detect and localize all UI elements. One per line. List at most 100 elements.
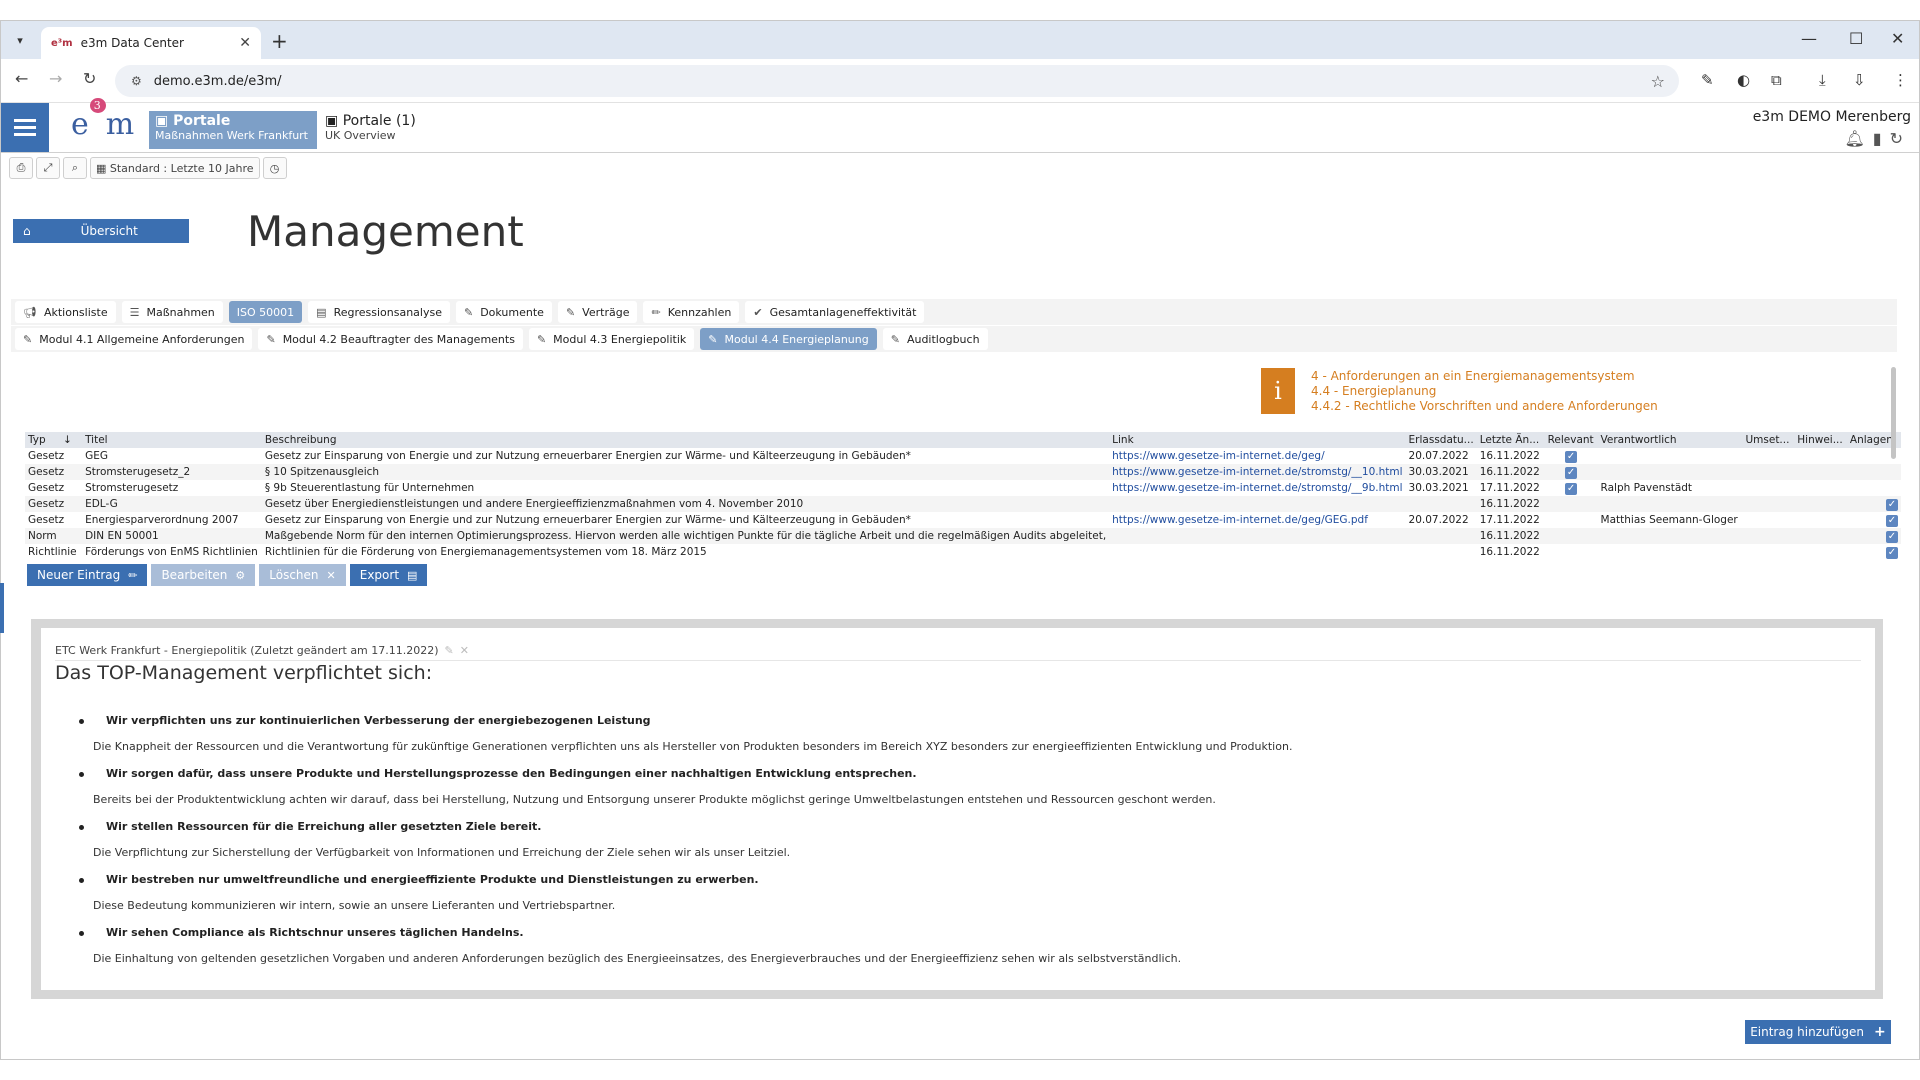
policy-item-title: Wir sorgen dafür, dass unsere Produkte u…	[79, 767, 917, 780]
table-row[interactable]: Norm DIN EN 50001 Maßgebende Norm für den …	[25, 528, 1901, 544]
sort-down-icon[interactable]: ↓	[63, 434, 72, 446]
link[interactable]: https://www.gesetze-im-internet.de/strom…	[1112, 466, 1402, 478]
tab-vertraege[interactable]: ✎ Verträge	[557, 301, 638, 323]
menu-kebab-icon[interactable]: ⋮	[1893, 71, 1908, 89]
tab-modul-4-4[interactable]: ✎ Modul 4.4 Energieplanung	[700, 328, 877, 350]
new-tab-icon[interactable]: +	[271, 29, 288, 53]
print-icon[interactable]: ⎙	[9, 157, 33, 179]
bookmark-star-icon[interactable]: ☆	[1651, 72, 1665, 91]
back-icon[interactable]: ←	[15, 69, 28, 88]
link[interactable]: https://www.gesetze-im-internet.de/strom…	[1112, 482, 1402, 494]
table-row[interactable]: Gesetz GEG Gesetz zur Einsparung von Energ…	[25, 448, 1901, 464]
tab-massnahmen[interactable]: ☰ Maßnahmen	[121, 301, 223, 323]
cell-type: Richtlinie	[28, 546, 77, 558]
forward-icon[interactable]: →	[49, 69, 62, 88]
cell-description: § 10 Spitzenausgleich	[261, 464, 1110, 480]
table-row[interactable]: Gesetz EDL-G Gesetz über Energiedienstleis…	[25, 496, 1901, 512]
table-row[interactable]: Gesetz Energiesparverordnung 2007 Gesetz z…	[25, 512, 1901, 528]
tab-auditlogbuch[interactable]: ✎ Auditlogbuch	[882, 328, 988, 350]
extensions-puzzle-icon[interactable]: ⧉	[1771, 71, 1782, 89]
checkbox-checked-icon[interactable]: ✓	[1886, 546, 1898, 559]
delete-button[interactable]: Löschen ✕	[259, 564, 346, 586]
cell-link: https://www.gesetze-im-internet.de/geg/	[1109, 448, 1405, 464]
period-selector[interactable]: ▦ Standard : Letzte 10 Jahre	[90, 157, 260, 179]
tab-regressionsanalyse[interactable]: ▤ Regressionsanalyse	[308, 301, 450, 323]
address-bar[interactable]: ⚙ demo.e3m.de/e3m/ ☆	[115, 65, 1679, 97]
install-icon[interactable]: ⇩	[1853, 71, 1866, 89]
add-entry-button[interactable]: Eintrag hinzufügen +	[1745, 1020, 1891, 1044]
close-window-icon[interactable]: ✕	[1891, 29, 1904, 48]
tab-dokumente[interactable]: ✎ Dokumente	[455, 301, 552, 323]
remove-icon[interactable]: ✕	[460, 644, 469, 657]
tab-label: Maßnahmen	[146, 305, 215, 319]
link[interactable]: https://www.gesetze-im-internet.de/geg/	[1112, 450, 1324, 462]
minimize-icon[interactable]: —	[1801, 29, 1817, 48]
tab-close-icon[interactable]: ✕	[239, 35, 251, 51]
tab-modul-4-1[interactable]: ✎ Modul 4.1 Allgemeine Anforderungen	[15, 328, 253, 350]
cell-link: https://www.gesetze-im-internet.de/strom…	[1109, 464, 1406, 480]
column-header[interactable]: Titel	[82, 432, 262, 448]
checkbox-checked-icon[interactable]: ✓	[1886, 498, 1898, 511]
maximize-icon[interactable]: ☐	[1849, 29, 1863, 48]
checkbox-checked-icon[interactable]: ✓	[1886, 530, 1898, 543]
tab-gesamtanlageneffektivitaet[interactable]: ✔ Gesamtanlageneffektivität	[745, 301, 925, 323]
bookmark-icon[interactable]: ▮	[1873, 129, 1890, 148]
cell-link	[1109, 496, 1406, 512]
tab-search-chevron-icon[interactable]: ▾	[7, 29, 33, 51]
browser-tab[interactable]: e³m e3m Data Center ✕	[41, 27, 261, 59]
button-label: Bearbeiten	[161, 568, 228, 582]
checkbox-checked-icon[interactable]: ✓	[1565, 450, 1578, 463]
tab-modul-4-2[interactable]: ✎ Modul 4.2 Beauftragter des Managements	[258, 328, 523, 350]
reload-icon[interactable]: ↻	[83, 69, 96, 88]
hamburger-menu-icon[interactable]	[1, 103, 49, 152]
extension-badge-icon[interactable]: ◐	[1737, 71, 1750, 89]
cell-type: Gesetz	[28, 450, 65, 462]
checkbox-checked-icon[interactable]: ✓	[1565, 482, 1578, 495]
regulations-table: Typ ↓ Titel Beschreibung Link Erlassdatu…	[25, 432, 1901, 560]
table-row[interactable]: Richtlinie Förderungs von EnMS Richtlinie…	[25, 544, 1901, 560]
cell-type: Gesetz	[25, 464, 83, 480]
left-edge-tab[interactable]	[0, 583, 4, 633]
column-header[interactable]: Umset...	[1742, 432, 1795, 448]
portal-active-title: Portale	[173, 113, 231, 129]
refresh-icon[interactable]: ↻	[1890, 129, 1911, 148]
header-label: Typ	[28, 434, 46, 446]
link[interactable]: https://www.gesetze-im-internet.de/geg/G…	[1112, 514, 1368, 526]
column-header[interactable]: Letzte Än...	[1476, 432, 1545, 448]
clock-icon[interactable]: ◷	[262, 157, 287, 179]
column-header[interactable]: Link	[1109, 432, 1406, 448]
column-header[interactable]: Verantwortlich	[1597, 432, 1743, 448]
column-header[interactable]: Erlassdatu...	[1405, 432, 1477, 448]
pen-extension-icon[interactable]: ✎	[1701, 71, 1714, 89]
column-header[interactable]: Typ ↓	[25, 432, 83, 448]
overview-button[interactable]: ⌂ Übersicht	[13, 219, 189, 243]
expand-icon[interactable]: ⤢	[36, 157, 60, 179]
portal-tab-active[interactable]: ▣ Portale Maßnahmen Werk Frankfurt	[149, 111, 317, 149]
new-entry-button[interactable]: Neuer Eintrag ✏	[27, 564, 148, 586]
tab-kennzahlen[interactable]: ✏ Kennzahlen	[643, 301, 740, 323]
policy-item-title: Wir sehen Compliance als Richtschnur uns…	[79, 926, 524, 939]
table-row[interactable]: Gesetz Stromsterugesetz_2 § 10 Spitzenausg…	[25, 464, 1901, 480]
notification-bell-icon[interactable]: 🔔︎	[1844, 129, 1872, 148]
checkbox-checked-icon[interactable]: ✓	[1886, 514, 1898, 527]
portal-tab-inactive[interactable]: ▣ Portale (1) UK Overview	[323, 111, 463, 149]
table-row[interactable]: Gesetz Stromsterugesetz § 9b Steuerentlast…	[25, 480, 1901, 496]
site-info-icon[interactable]: ⚙	[131, 74, 142, 88]
column-header[interactable]: Hinwei...	[1794, 432, 1847, 448]
download-icon[interactable]: ⤓	[1819, 71, 1826, 89]
cell-description: Maßgebende Norm für den internen Optimie…	[261, 528, 1110, 544]
search-icon[interactable]: ⌕	[63, 157, 87, 179]
period-label: Standard : Letzte 10 Jahre	[109, 161, 254, 175]
edit-button[interactable]: Bearbeiten ⚙	[151, 564, 256, 586]
column-header[interactable]: Beschreibung	[261, 432, 1110, 448]
tab-aktionsliste[interactable]: 📢︎ Aktionsliste	[15, 301, 116, 323]
tab-iso-50001[interactable]: ISO 50001	[228, 301, 303, 323]
export-button[interactable]: Export ▤	[349, 564, 428, 586]
edit-icon[interactable]: ✎	[445, 644, 454, 657]
list-icon: ☰	[129, 305, 140, 319]
table-scrollbar[interactable]	[1891, 367, 1896, 459]
cell-last-change: 16.11.2022	[1479, 546, 1540, 558]
tab-modul-4-3[interactable]: ✎ Modul 4.3 Energiepolitik	[528, 328, 695, 350]
checkbox-checked-icon[interactable]: ✓	[1565, 466, 1578, 479]
column-header[interactable]: Relevant	[1544, 432, 1598, 448]
